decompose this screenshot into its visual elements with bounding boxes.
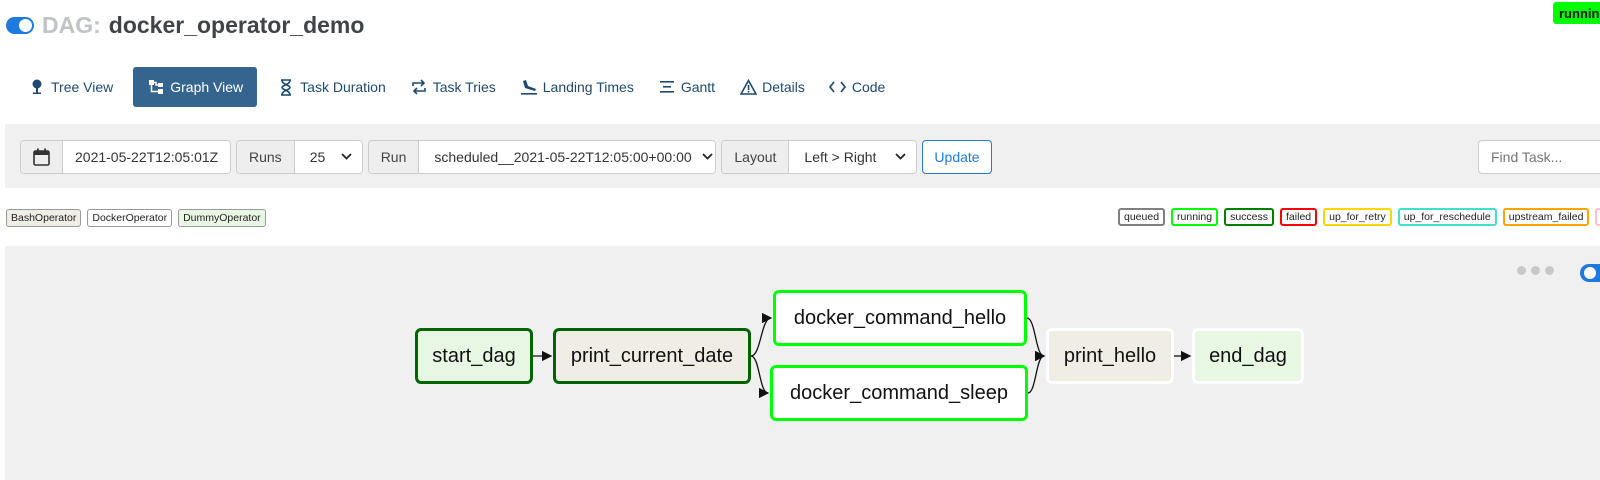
- edge-docker-command-sleep-to-print-hello: [1027, 350, 1046, 394]
- state-legend-up-for-reschedule[interactable]: up_for_reschedule: [1397, 208, 1497, 226]
- tab-gantt[interactable]: Gantt: [646, 67, 727, 107]
- operator-legend-item: BashOperator: [6, 209, 82, 227]
- layout-label: Layout: [722, 141, 790, 173]
- tab-landing-times[interactable]: Landing Times: [508, 67, 646, 107]
- chevron-down-icon: [895, 152, 907, 163]
- tab-label: Graph View: [170, 79, 244, 95]
- tab-label: Landing Times: [542, 79, 634, 95]
- graph-icon: [147, 78, 165, 96]
- tab-tree-view[interactable]: Tree View: [16, 67, 125, 107]
- tab-details[interactable]: Details: [727, 67, 817, 107]
- layout-select[interactable]: Left > Right: [789, 141, 917, 173]
- graph-edges: [533, 312, 1192, 399]
- dot: [1531, 266, 1540, 275]
- operator-legend: BashOperator DockerOperator DummyOperator: [6, 209, 272, 227]
- tab-label: Details: [762, 79, 805, 95]
- tree-icon: [28, 78, 46, 96]
- tab-task-tries[interactable]: Task Tries: [398, 67, 508, 107]
- execution-date-input[interactable]: 2021-05-22T12:05:01Z: [63, 141, 230, 173]
- state-legend-success[interactable]: success: [1224, 208, 1275, 226]
- gantt-icon: [658, 78, 676, 96]
- chevron-down-icon: [341, 152, 352, 163]
- tab-label: Gantt: [680, 79, 716, 95]
- update-button[interactable]: Update: [922, 140, 992, 174]
- task-node-print-current-date[interactable]: print_current_date: [553, 328, 751, 384]
- find-task-input[interactable]: [1478, 140, 1600, 174]
- operator-legend-item: DummyOperator: [178, 209, 266, 227]
- state-legend-failed[interactable]: failed: [1280, 208, 1318, 226]
- run-value: scheduled__2021-05-22T12:05:00+00:00: [434, 149, 692, 165]
- task-node-print-hello[interactable]: print_hello: [1046, 328, 1174, 384]
- tab-label: Task Tries: [432, 79, 496, 95]
- edge-print-current-date-to-docker-command-hello: [750, 312, 773, 357]
- tab-graph-view[interactable]: Graph View: [133, 67, 258, 107]
- state-legend-up-for-retry[interactable]: up_for_retry: [1323, 208, 1392, 226]
- loading-dots: [1517, 266, 1559, 275]
- dag-label: DAG:: [42, 11, 101, 38]
- state-legend-running[interactable]: running: [1171, 208, 1219, 226]
- runs-label: Runs: [237, 141, 295, 173]
- layout-group: Layout Left > Right: [721, 140, 918, 174]
- state-legend-skipped[interactable]: skipped: [1595, 208, 1600, 226]
- run-label: Run: [368, 141, 420, 173]
- dag-state-badge: running: [1553, 2, 1600, 24]
- auto-refresh-toggle[interactable]: [1580, 264, 1600, 282]
- hourglass-icon: [277, 78, 295, 96]
- calendar-icon[interactable]: [21, 141, 63, 173]
- task-node-docker-command-hello[interactable]: docker_command_hello: [773, 290, 1027, 346]
- chevron-down-icon: [702, 152, 713, 163]
- runs-select[interactable]: 25: [294, 141, 362, 173]
- dag-id-title: docker_operator_demo: [108, 11, 365, 38]
- layout-value: Left > Right: [804, 149, 877, 165]
- dot: [1517, 266, 1526, 275]
- edge-docker-command-hello-to-print-hello: [1026, 317, 1046, 362]
- dag-pause-toggle[interactable]: [6, 16, 34, 34]
- plane-landing-icon: [520, 78, 538, 96]
- run-group: Run scheduled__2021-05-22T12:05:00+00:00: [367, 140, 717, 174]
- task-node-end-dag[interactable]: end_dag: [1192, 328, 1304, 384]
- tab-label: Code: [851, 79, 886, 95]
- runs-group: Runs 25: [236, 140, 363, 174]
- tab-code[interactable]: Code: [817, 67, 897, 107]
- view-tabs: Tree View Graph View Task Duration Task …: [16, 67, 897, 107]
- state-legend: queued running success failed up_for_retry up…: [1118, 208, 1600, 226]
- task-node-start-dag[interactable]: start_dag: [415, 328, 533, 384]
- dag-graph: start_dag print_current_date docker_comman…: [5, 246, 1600, 480]
- dot: [1545, 266, 1554, 275]
- edge-print-current-date-to-docker-command-sleep: [750, 355, 770, 399]
- state-legend-upstream-failed[interactable]: upstream_failed: [1502, 208, 1590, 226]
- tab-label: Task Duration: [300, 79, 386, 95]
- retry-icon: [410, 78, 428, 96]
- code-icon: [829, 78, 847, 96]
- tab-task-duration[interactable]: Task Duration: [265, 67, 398, 107]
- runs-value: 25: [309, 149, 326, 165]
- warning-triangle-icon: [739, 78, 757, 96]
- dag-header: DAG: docker_operator_demo: [6, 10, 364, 40]
- execution-date-group: 2021-05-22T12:05:01Z: [20, 140, 231, 174]
- task-node-docker-command-sleep[interactable]: docker_command_sleep: [770, 365, 1028, 421]
- tab-label: Tree View: [51, 79, 114, 95]
- run-select[interactable]: scheduled__2021-05-22T12:05:00+00:00: [419, 141, 716, 173]
- graph-toolbar: 2021-05-22T12:05:01Z Runs 25 Run schedul…: [5, 124, 1600, 188]
- state-legend-queued[interactable]: queued: [1118, 208, 1166, 226]
- operator-legend-item: DockerOperator: [87, 209, 173, 227]
